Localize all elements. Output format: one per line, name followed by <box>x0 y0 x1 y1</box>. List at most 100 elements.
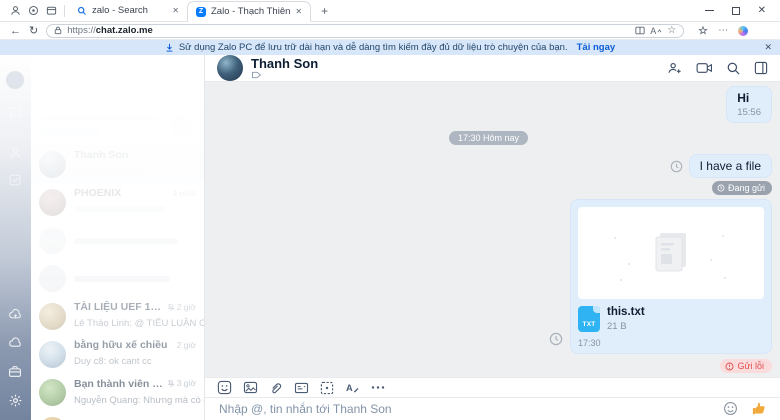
copilot-icon[interactable] <box>738 26 748 36</box>
conversation-item[interactable] <box>31 221 204 259</box>
conversation-item[interactable] <box>31 259 204 297</box>
settings-more-icon[interactable]: ⋯ <box>718 25 728 36</box>
image-icon[interactable] <box>243 381 258 394</box>
tab-close-icon[interactable]: ✕ <box>172 6 179 15</box>
minimize-button[interactable] <box>705 10 714 11</box>
name-card-icon[interactable] <box>294 382 309 394</box>
extensions-icon[interactable] <box>698 26 708 36</box>
split-screen-icon[interactable] <box>635 26 645 35</box>
sidebar-promo-card[interactable] <box>41 111 194 145</box>
avatar <box>39 303 66 330</box>
more-options-icon[interactable] <box>371 385 385 390</box>
avatar <box>39 265 66 292</box>
message-time: 17:30 <box>578 338 764 348</box>
avatar <box>39 227 66 254</box>
conversation-phoenix[interactable]: PHOENIX4 phút <box>31 183 204 221</box>
chats-nav-icon[interactable] <box>6 103 24 121</box>
avatar <box>39 151 66 178</box>
contact-avatar[interactable] <box>217 55 243 81</box>
search-icon[interactable] <box>726 61 741 76</box>
toolkit-icon[interactable] <box>6 362 24 380</box>
address-bar[interactable]: https:// chat.zalo.me A ☆ <box>46 24 684 38</box>
url-scheme: https:// <box>67 25 96 36</box>
browser-tab-strip: zalo - Search ✕ Z Zalo - Thạch Thiên ✕ +… <box>0 0 780 22</box>
message-bubble-file-text[interactable]: I have a file <box>689 154 772 178</box>
conversation-item[interactable] <box>31 411 204 420</box>
refresh-icon[interactable]: ↻ <box>29 24 38 37</box>
banner-close-icon[interactable]: ✕ <box>764 42 772 53</box>
sending-clock-icon <box>549 332 563 346</box>
url-host: chat.zalo.me <box>96 25 153 36</box>
workspaces-icon[interactable] <box>24 3 42 19</box>
zalo-pc-banner: Sử dụng Zalo PC để lưu trữ dài hạn và dễ… <box>0 40 780 55</box>
user-avatar[interactable] <box>6 71 24 89</box>
tab-title: Zalo - Thạch Thiên <box>211 6 290 17</box>
add-friend-icon[interactable] <box>667 61 683 75</box>
back-icon[interactable]: ← <box>10 25 21 37</box>
file-card[interactable]: TXT this.txt 21 B 17:30 <box>570 199 772 354</box>
promo-text-bar <box>41 115 159 122</box>
window-controls: ✕ <box>705 5 780 16</box>
zalo-app: Thanh Son PHOENIX4 phút <box>0 55 780 420</box>
format-text-icon[interactable]: A <box>345 381 360 394</box>
svg-text:A: A <box>346 383 353 393</box>
file-message[interactable]: TXT this.txt 21 B 17:30 <box>570 199 772 354</box>
address-bar-row: ← ↻ https:// chat.zalo.me A ☆ ⋯ <box>0 22 780 40</box>
tab-search[interactable]: zalo - Search ✕ <box>69 0 187 21</box>
conversation-thanh-son[interactable]: Thanh Son <box>31 145 204 183</box>
screen-capture-icon[interactable] <box>320 381 334 395</box>
file-size: 21 B <box>607 321 645 332</box>
message-area: Hi 15:56 17:30 Hôm nay I have a file Đan… <box>205 82 780 377</box>
error-icon <box>725 362 734 371</box>
avatar <box>39 341 66 368</box>
promo-link-bar <box>41 128 99 135</box>
contacts-nav-icon[interactable] <box>6 143 24 161</box>
chat-header: Thanh Son <box>205 55 780 82</box>
read-aloud-icon[interactable]: A <box>650 26 662 36</box>
lock-icon <box>54 26 62 35</box>
file-name: this.txt <box>607 306 645 318</box>
sending-status-badge: Đang gửi <box>712 181 772 195</box>
attach-file-icon[interactable] <box>269 381 283 395</box>
video-call-icon[interactable] <box>696 62 713 74</box>
avatar <box>39 189 66 216</box>
txt-file-icon: TXT <box>578 306 600 332</box>
todo-nav-icon[interactable] <box>6 171 24 189</box>
tab-title: zalo - Search <box>92 5 167 16</box>
settings-gear-icon[interactable] <box>6 391 24 409</box>
conversation-ukc[interactable]: Bạn thành viên UKC 🚀 ...3 giờ Nguyễn Qua… <box>31 373 204 411</box>
message-time: 15:56 <box>737 107 761 118</box>
thumbs-up-like-icon[interactable] <box>751 401 766 416</box>
message-bubble-hi[interactable]: Hi 15:56 <box>726 86 772 123</box>
tab-actions-icon[interactable] <box>42 3 60 19</box>
close-window-button[interactable]: ✕ <box>758 5 766 16</box>
zalo-favicon: Z <box>196 7 206 17</box>
emoji-icon[interactable] <box>723 401 738 416</box>
avatar <box>39 379 66 406</box>
conversation-bang-huu[interactable]: bằng hữu xế chiều2 giờ Duy c8: ok cant c… <box>31 335 204 373</box>
my-cloud-icon[interactable] <box>6 333 24 351</box>
clock-icon <box>717 184 725 192</box>
search-favicon <box>77 6 87 16</box>
list-scrollbar[interactable] <box>200 107 203 179</box>
composer-row: Nhập @, tin nhắn tới Thanh Son <box>205 397 780 420</box>
add-label-tag-icon[interactable] <box>251 71 262 79</box>
toggle-sidebar-icon[interactable] <box>754 61 768 75</box>
muted-bell-icon <box>167 379 175 387</box>
download-icon <box>165 43 174 53</box>
tab-zalo-active[interactable]: Z Zalo - Thạch Thiên ✕ <box>187 1 311 22</box>
zalo-cloud-icon[interactable] <box>6 305 24 323</box>
tab-close-icon[interactable]: ✕ <box>295 7 302 16</box>
sending-clock-icon <box>670 160 683 173</box>
promo-illustration <box>170 115 192 137</box>
conversation-tai-lieu-uef[interactable]: TÀI LIỆU UEF 1,2,3,42 giờ Lê Thảo Linh: … <box>31 297 204 335</box>
sticker-icon[interactable] <box>217 380 232 395</box>
maximize-button[interactable] <box>732 7 740 15</box>
message-input[interactable]: Nhập @, tin nhắn tới Thanh Son <box>219 402 723 416</box>
left-nav-strip <box>0 55 31 420</box>
profile-icon[interactable] <box>6 3 24 19</box>
banner-download-link[interactable]: Tải ngay <box>577 42 616 53</box>
favorite-star-icon[interactable]: ☆ <box>667 25 676 36</box>
new-tab-button[interactable]: + <box>321 4 328 18</box>
contact-name: Thanh Son <box>251 57 318 70</box>
